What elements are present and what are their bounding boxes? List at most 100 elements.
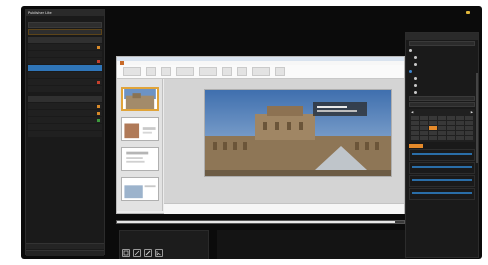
calendar-day[interactable] [429, 131, 437, 135]
right-panel-setting[interactable] [409, 61, 475, 67]
slide-thumbnail-2[interactable] [121, 117, 159, 141]
right-panel-setting[interactable] [409, 75, 475, 81]
slide-thumbnail-3[interactable] [121, 147, 159, 171]
right-panel-setting[interactable] [409, 68, 475, 74]
video-timeline[interactable] [116, 220, 405, 224]
calendar-next-icon[interactable]: ▶ [471, 110, 473, 114]
left-panel-bottom-item-1[interactable] [26, 243, 104, 249]
calendar-day[interactable] [447, 121, 455, 125]
slide-thumbnail-1[interactable] [121, 87, 159, 111]
pen-icon[interactable] [133, 249, 141, 257]
paragraph-controls[interactable] [199, 67, 217, 76]
calendar-day[interactable] [411, 136, 419, 140]
right-panel-scrollbar[interactable] [476, 73, 478, 163]
right-panel-list-item[interactable] [409, 149, 475, 161]
radio-icon[interactable] [414, 62, 417, 66]
calendar-day[interactable] [456, 136, 464, 140]
radio-icon[interactable] [409, 69, 412, 73]
brush-icon[interactable] [144, 249, 152, 257]
calendar-day[interactable] [411, 126, 419, 130]
calendar-day[interactable] [465, 116, 473, 120]
radio-icon[interactable] [414, 55, 417, 59]
left-panel-row[interactable] [28, 58, 102, 64]
left-panel-row[interactable] [28, 65, 102, 71]
calendar-day[interactable] [420, 121, 428, 125]
font-controls[interactable] [176, 67, 194, 76]
calendar-day[interactable] [456, 121, 464, 125]
calendar-day[interactable] [465, 126, 473, 130]
calendar-day[interactable] [438, 131, 446, 135]
calendar-day[interactable] [465, 136, 473, 140]
calendar-day[interactable] [429, 116, 437, 120]
right-panel-list-item[interactable] [409, 175, 475, 187]
calendar-day[interactable] [465, 131, 473, 135]
calendar-day[interactable] [447, 136, 455, 140]
speaker-notes[interactable] [164, 203, 404, 214]
left-panel-section-header[interactable] [28, 37, 102, 43]
left-panel-row[interactable] [28, 44, 102, 50]
right-panel-list-item[interactable] [409, 162, 475, 174]
right-panel-setting[interactable] [409, 89, 475, 95]
calendar-day[interactable] [420, 131, 428, 135]
calendar-day[interactable] [411, 131, 419, 135]
shapes-icon[interactable] [222, 67, 232, 76]
left-panel-row[interactable] [28, 124, 102, 130]
calendar-day[interactable] [456, 131, 464, 135]
calendar-day[interactable] [420, 116, 428, 120]
left-panel-section2-header[interactable] [28, 96, 102, 102]
select-tool-icon[interactable] [122, 249, 130, 257]
right-panel-setting[interactable] [409, 54, 475, 60]
left-panel-row[interactable] [28, 79, 102, 85]
calendar-day[interactable] [447, 126, 455, 130]
selected-date-badge[interactable] [409, 144, 423, 148]
right-panel-list-item[interactable] [409, 188, 475, 200]
calendar-day[interactable] [447, 131, 455, 135]
pointer-icon[interactable] [155, 249, 163, 257]
new-slide-icon[interactable] [146, 67, 156, 76]
left-panel-row[interactable] [28, 51, 102, 57]
ribbon-tab[interactable] [120, 61, 124, 65]
left-panel-field-1[interactable] [28, 22, 102, 28]
left-panel-row[interactable] [28, 72, 102, 78]
radio-icon[interactable] [414, 76, 417, 80]
left-panel-row[interactable] [28, 131, 102, 137]
radio-icon[interactable] [414, 83, 417, 87]
calendar-day[interactable] [429, 126, 437, 130]
left-panel-row[interactable] [28, 110, 102, 116]
left-panel-row[interactable] [28, 103, 102, 109]
calendar-day[interactable] [456, 116, 464, 120]
current-slide[interactable] [204, 89, 392, 177]
calendar-day[interactable] [465, 121, 473, 125]
radio-icon[interactable] [409, 48, 412, 52]
calendar-day[interactable] [420, 126, 428, 130]
calendar-day[interactable] [429, 121, 437, 125]
right-panel-setting[interactable] [409, 47, 475, 53]
find-icon[interactable] [275, 67, 285, 76]
layout-icon[interactable] [161, 67, 171, 76]
calendar-prev-icon[interactable]: ◀ [411, 110, 413, 114]
calendar-day[interactable] [411, 121, 419, 125]
quick-styles-icon[interactable] [252, 67, 270, 76]
calendar-day[interactable] [438, 116, 446, 120]
right-panel-slider[interactable] [409, 96, 475, 101]
left-panel-row[interactable] [28, 117, 102, 123]
right-panel-option[interactable] [409, 102, 475, 107]
calendar-day[interactable] [447, 116, 455, 120]
calendar-day[interactable] [456, 126, 464, 130]
calendar-day[interactable] [411, 116, 419, 120]
right-panel-setting[interactable] [409, 82, 475, 88]
radio-icon[interactable] [414, 90, 417, 94]
left-panel-bottom-item-2[interactable] [26, 250, 104, 256]
left-panel-field-2[interactable] [28, 29, 102, 35]
calendar-day[interactable] [438, 136, 446, 140]
slide-canvas[interactable] [164, 79, 404, 203]
calendar-day[interactable] [438, 121, 446, 125]
notification-icon[interactable] [466, 10, 470, 14]
calendar-day[interactable] [438, 126, 446, 130]
left-panel-row[interactable] [28, 86, 102, 92]
arrange-icon[interactable] [237, 67, 247, 76]
right-panel-filter[interactable] [409, 41, 475, 46]
slide-thumbnail-4[interactable] [121, 177, 159, 201]
calendar-day[interactable] [420, 136, 428, 140]
calendar-day[interactable] [429, 136, 437, 140]
